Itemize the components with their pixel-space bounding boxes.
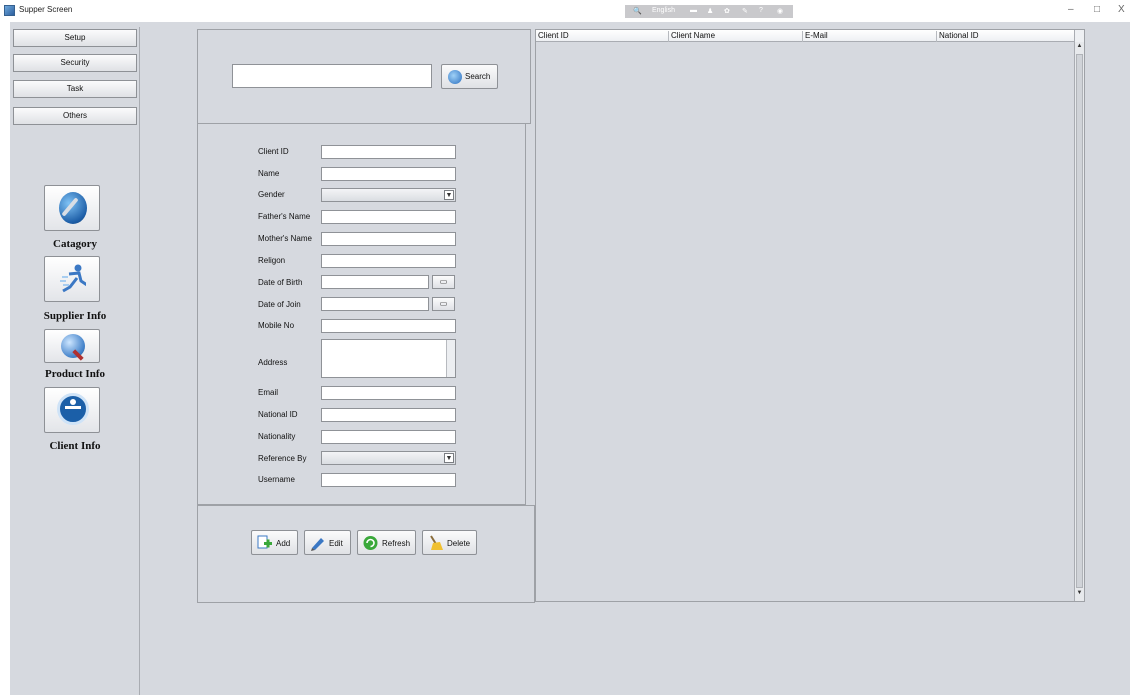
refresh-button[interactable]: Refresh	[357, 530, 416, 555]
search-button[interactable]: Search	[441, 64, 498, 89]
sidebar: Setup Security Task Others Catagory Supp…	[10, 27, 140, 695]
national-id-label: National ID	[258, 410, 298, 419]
reference-select[interactable]: ▼	[321, 451, 456, 465]
scroll-down-icon[interactable]: ▼	[1076, 590, 1083, 600]
edit-button[interactable]: Edit	[304, 530, 351, 555]
father-name-field[interactable]	[321, 210, 456, 224]
refresh-icon	[363, 536, 378, 550]
dob-field[interactable]	[321, 275, 429, 289]
reference-label: Reference By	[258, 454, 307, 463]
doj-calendar-icon[interactable]: ▭	[432, 297, 455, 311]
ime-pen-icon[interactable]: ✎	[742, 7, 748, 15]
search-panel: Search	[197, 29, 531, 124]
scroll-thumb[interactable]	[1076, 54, 1083, 588]
title-bar: Supper Screen 🔍 English ▬ ♟ ✿ ✎ ? ◉ – □ …	[0, 0, 1130, 22]
client-id-field[interactable]	[321, 145, 456, 159]
supplier-info-label: Supplier Info	[43, 310, 107, 322]
ime-language-label[interactable]: English	[652, 7, 675, 14]
maximize-button[interactable]: □	[1094, 4, 1100, 15]
address-scrollbar[interactable]	[446, 340, 455, 377]
nav-task-button[interactable]: Task	[13, 80, 137, 98]
mother-name-label: Mother's Name	[258, 234, 312, 243]
client-tile-button[interactable]	[44, 387, 100, 433]
table-header: Client ID Client Name E-Mail National ID	[536, 30, 1074, 42]
supplier-tile-button[interactable]	[44, 256, 100, 302]
ime-info-icon[interactable]: ◉	[777, 7, 783, 15]
app-icon	[4, 5, 15, 16]
ime-help-icon[interactable]: ?	[759, 7, 763, 14]
column-header-client-name[interactable]: Client Name	[668, 31, 801, 42]
name-label: Name	[258, 169, 280, 178]
accessibility-icon	[57, 393, 89, 425]
wrench-globe-icon	[59, 192, 87, 224]
search-button-label: Search	[465, 72, 491, 81]
nav-setup-button[interactable]: Setup	[13, 29, 137, 47]
address-label: Address	[258, 358, 288, 367]
catagory-label: Catagory	[53, 238, 97, 250]
edit-button-label: Edit	[329, 539, 343, 548]
username-label: Username	[258, 475, 295, 484]
add-button[interactable]: Add	[251, 530, 298, 555]
religion-label: Religon	[258, 256, 286, 265]
nationality-field[interactable]	[321, 430, 456, 444]
address-textarea[interactable]	[321, 339, 456, 378]
national-id-field[interactable]	[321, 408, 456, 422]
gender-label: Gender	[258, 190, 285, 199]
ime-user-icon[interactable]: ♟	[707, 7, 713, 15]
pencil-icon	[311, 538, 324, 551]
window-title: Supper Screen	[19, 5, 73, 14]
client-id-label: Client ID	[258, 147, 289, 156]
nationality-label: Nationality	[258, 432, 296, 441]
scroll-up-icon[interactable]: ▲	[1076, 43, 1083, 53]
close-button[interactable]: X	[1118, 4, 1125, 15]
email-field[interactable]	[321, 386, 456, 400]
magnifier-icon	[61, 334, 85, 358]
search-input[interactable]	[232, 64, 432, 88]
main-area: Setup Security Task Others Catagory Supp…	[10, 22, 1130, 695]
ime-search-icon[interactable]: 🔍	[633, 7, 642, 15]
refresh-button-label: Refresh	[382, 539, 411, 548]
nav-others-button[interactable]: Others	[13, 107, 137, 125]
minimize-button[interactable]: –	[1068, 4, 1074, 15]
chevron-down-icon[interactable]: ▼	[444, 453, 454, 463]
delete-button[interactable]: Delete	[422, 530, 477, 555]
client-form: Client ID Name Gender ▼ Father's Name Mo…	[197, 123, 526, 505]
catagory-tile-button[interactable]	[44, 185, 100, 231]
column-header-client-id[interactable]: Client ID	[536, 31, 667, 42]
ime-keyboard-icon[interactable]: ▬	[690, 7, 697, 14]
column-header-national-id[interactable]: National ID	[936, 31, 1074, 42]
mother-name-field[interactable]	[321, 232, 456, 246]
mobile-field[interactable]	[321, 319, 456, 333]
ime-gear-icon[interactable]: ✿	[724, 7, 730, 15]
client-table[interactable]: Client ID Client Name E-Mail National ID…	[535, 29, 1085, 602]
add-button-label: Add	[276, 539, 291, 548]
table-corner	[1074, 30, 1084, 42]
broom-icon	[430, 535, 443, 550]
chevron-down-icon[interactable]: ▼	[444, 190, 454, 200]
product-tile-button[interactable]	[44, 329, 100, 363]
search-icon	[448, 70, 462, 84]
runner-icon	[60, 264, 86, 293]
column-header-email[interactable]: E-Mail	[802, 31, 935, 42]
ime-toolbar[interactable]: 🔍 English ▬ ♟ ✿ ✎ ? ◉	[625, 5, 793, 18]
client-info-label: Client Info	[49, 440, 101, 452]
product-info-label: Product Info	[45, 368, 105, 380]
mobile-label: Mobile No	[258, 321, 295, 330]
table-scrollbar[interactable]: ▲ ▼	[1074, 42, 1084, 601]
religion-field[interactable]	[321, 254, 456, 268]
dob-label: Date of Birth	[258, 278, 303, 287]
name-field[interactable]	[321, 167, 456, 181]
action-panel: Add Edit Refresh Delete	[197, 505, 535, 603]
username-field[interactable]	[321, 473, 456, 487]
nav-security-button[interactable]: Security	[13, 54, 137, 72]
dob-calendar-icon[interactable]: ▭	[432, 275, 455, 289]
email-label: Email	[258, 388, 279, 397]
doj-label: Date of Join	[258, 300, 301, 309]
father-name-label: Father's Name	[258, 212, 311, 221]
gender-select[interactable]: ▼	[321, 188, 456, 202]
add-icon	[257, 535, 272, 549]
delete-button-label: Delete	[447, 539, 471, 548]
doj-field[interactable]	[321, 297, 429, 311]
